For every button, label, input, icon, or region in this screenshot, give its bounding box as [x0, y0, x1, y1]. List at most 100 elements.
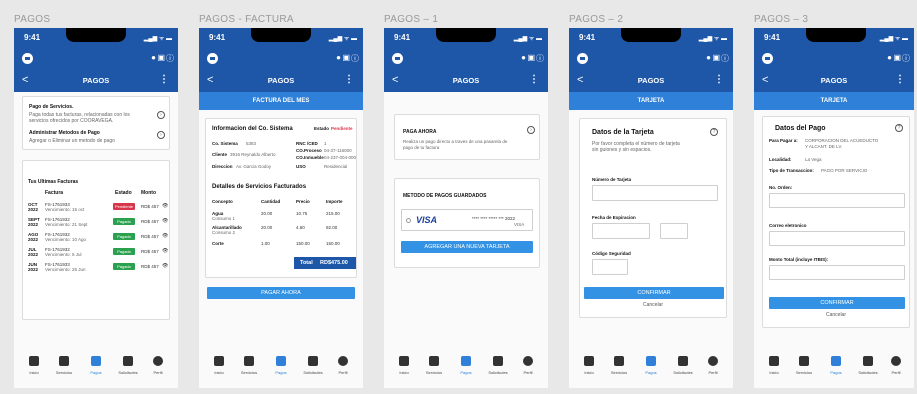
- section-band: TARJETA: [569, 92, 733, 110]
- eye-icon[interactable]: 👁: [162, 263, 168, 269]
- col-estado: Estado: [115, 190, 132, 196]
- tab-servicios[interactable]: Servicios: [52, 356, 76, 375]
- tab-inicio[interactable]: Inicio: [207, 356, 231, 375]
- tab-pagos[interactable]: Pagos: [639, 356, 663, 375]
- navbar: < PAGOS ⋮: [384, 70, 548, 92]
- notch: [621, 28, 681, 42]
- eye-icon[interactable]: 👁: [162, 233, 168, 239]
- tab-perfil[interactable]: Perfil: [884, 356, 908, 375]
- invoice-year: 2022: [28, 252, 39, 257]
- section-band: FACTURA DEL MES: [199, 92, 363, 110]
- eye-icon[interactable]: 👁: [162, 248, 168, 254]
- help-icon[interactable]: ⓘ: [166, 53, 174, 64]
- tab-inicio[interactable]: Inicio: [762, 356, 786, 375]
- help-icon[interactable]: ⓘ: [351, 53, 359, 64]
- frame-title: PAGOS - FACTURA: [199, 14, 294, 25]
- tab-solicitudes[interactable]: Solicitudes: [301, 356, 325, 375]
- avatar-icon[interactable]: ●: [151, 53, 156, 62]
- confirm-button[interactable]: CONFIRMAR: [584, 287, 724, 299]
- status-time: 9:41: [764, 33, 781, 42]
- tab-perfil[interactable]: Perfil: [516, 356, 540, 375]
- pay-to-value: Y ALCANT. DE LV.: [805, 144, 843, 149]
- card-number: **** **** ***** *** 2022: [472, 216, 516, 221]
- bottom-nav: Inicio Servicios Pagos Solicitudes Perfi…: [754, 350, 914, 388]
- more-icon[interactable]: ⋮: [714, 74, 724, 85]
- tab-pagos[interactable]: Pagos: [269, 356, 293, 375]
- pay-now-button[interactable]: PAGAR AHORA: [207, 287, 355, 299]
- payment-data-card: Datos del Pago ? Para Pagar a: CORPORACI…: [762, 116, 910, 328]
- tab-perfil[interactable]: Perfil: [146, 356, 170, 375]
- tab-servicios[interactable]: Servicios: [422, 356, 446, 375]
- cancel-link[interactable]: Cancelar: [580, 302, 726, 308]
- help-icon[interactable]: ⓘ: [902, 53, 910, 64]
- menu-icon[interactable]: [22, 53, 33, 64]
- invoice-detail-card: Informacion del Co. Sistema Estado Pendi…: [205, 118, 357, 278]
- arrow-right-icon[interactable]: ›: [157, 111, 165, 119]
- signal-icons: ▂▄▆ ᯤ ▬: [143, 36, 172, 42]
- eye-icon[interactable]: 👁: [162, 218, 168, 224]
- tab-pagos[interactable]: Pagos: [824, 356, 848, 375]
- tab-pagos[interactable]: Pagos: [454, 356, 478, 375]
- item-subconcept: Consumo 2: [212, 230, 236, 235]
- tab-perfil[interactable]: Perfil: [701, 356, 725, 375]
- expiry-year-input[interactable]: [660, 223, 688, 239]
- tab-servicios[interactable]: Servicios: [237, 356, 261, 375]
- item-quantity: 1.00: [261, 241, 270, 246]
- help-icon[interactable]: ⓘ: [536, 53, 544, 64]
- tab-inicio[interactable]: Inicio: [392, 356, 416, 375]
- tab-solicitudes[interactable]: Solicitudes: [671, 356, 695, 375]
- admin-methods-title[interactable]: Administrar Metodos de Pago: [29, 130, 100, 136]
- menu-icon[interactable]: [207, 53, 218, 64]
- confirm-button[interactable]: CONFIRMAR: [769, 297, 905, 309]
- item-concept: Corte: [212, 241, 224, 246]
- saved-card[interactable]: VISA **** **** ***** *** 2022 VISA: [401, 209, 533, 231]
- more-icon[interactable]: ⋮: [529, 74, 539, 85]
- tab-inicio[interactable]: Inicio: [22, 356, 46, 375]
- tab-solicitudes[interactable]: Solicitudes: [486, 356, 510, 375]
- card-icon[interactable]: ▣: [527, 53, 535, 62]
- card-icon[interactable]: ▣: [342, 53, 350, 62]
- services-icon: [59, 356, 69, 366]
- arrow-right-icon[interactable]: ›: [157, 131, 165, 139]
- more-icon[interactable]: ⋮: [895, 74, 905, 85]
- amount-input[interactable]: [769, 265, 905, 280]
- help-icon[interactable]: ⓘ: [721, 53, 729, 64]
- frame-title: PAGOS – 3: [754, 14, 809, 25]
- tab-pagos[interactable]: Pagos: [84, 356, 108, 375]
- more-icon[interactable]: ⋮: [344, 74, 354, 85]
- avatar-icon[interactable]: ●: [336, 53, 341, 62]
- card-radio[interactable]: [406, 218, 411, 223]
- menu-icon[interactable]: [762, 53, 773, 64]
- menu-icon[interactable]: [577, 53, 588, 64]
- help-icon[interactable]: ?: [710, 128, 718, 136]
- tab-solicitudes[interactable]: Solicitudes: [116, 356, 140, 375]
- help-icon[interactable]: ?: [895, 124, 903, 132]
- tab-servicios[interactable]: Servicios: [792, 356, 816, 375]
- expiry-month-input[interactable]: [592, 223, 650, 239]
- tab-solicitudes[interactable]: Solicitudes: [856, 356, 880, 375]
- tab-perfil[interactable]: Perfil: [331, 356, 355, 375]
- tab-inicio[interactable]: Inicio: [577, 356, 601, 375]
- add-card-button[interactable]: AGREGAR UNA NUEVA TARJETA: [401, 241, 533, 253]
- pay-services-title[interactable]: Pago de Servicios.: [29, 104, 73, 110]
- avatar-icon[interactable]: ●: [521, 53, 526, 62]
- tab-servicios[interactable]: Servicios: [607, 356, 631, 375]
- card-icon[interactable]: ▣: [157, 53, 165, 62]
- cvv-input[interactable]: [592, 259, 628, 275]
- email-input[interactable]: [769, 231, 905, 246]
- order-input[interactable]: [769, 193, 905, 208]
- avatar-icon[interactable]: ●: [887, 53, 892, 62]
- invoice-year: 2022: [28, 207, 39, 212]
- pay-now-card[interactable]: PAGA AHORA Realiza un pago directo a tra…: [394, 114, 540, 160]
- notch: [806, 28, 866, 42]
- card-number-input[interactable]: [592, 185, 718, 201]
- card-icon[interactable]: ▣: [712, 53, 720, 62]
- card-icon[interactable]: ▣: [893, 53, 901, 62]
- cancel-link[interactable]: Cancelar: [763, 312, 909, 318]
- eye-icon[interactable]: 👁: [162, 203, 168, 209]
- avatar-icon[interactable]: ●: [706, 53, 711, 62]
- arrow-right-icon[interactable]: ›: [527, 126, 535, 134]
- more-icon[interactable]: ⋮: [159, 74, 169, 85]
- menu-icon[interactable]: [392, 53, 403, 64]
- label: CO.Proceso: [296, 148, 322, 153]
